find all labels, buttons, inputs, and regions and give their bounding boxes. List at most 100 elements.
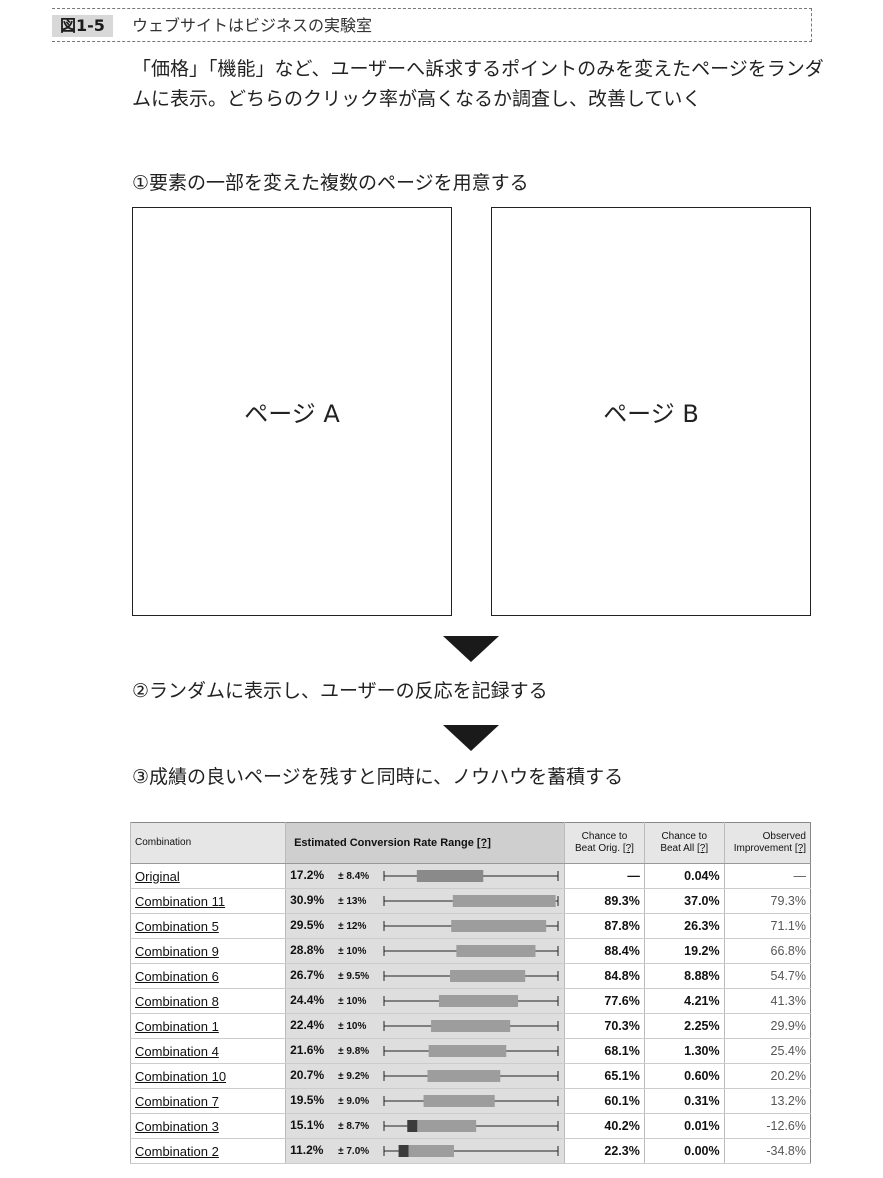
beat-orig-cell: — — [564, 863, 645, 889]
range-cell: 11.2% ± 7.0% — [285, 1138, 565, 1164]
rate-error: ± 12% — [338, 921, 367, 933]
help-link[interactable]: [?] — [623, 843, 634, 854]
beat-all-cell: 0.01% — [643, 1113, 725, 1139]
rate-value: 28.8% — [290, 943, 325, 958]
beat-all-cell: 1.30% — [643, 1038, 725, 1064]
range-bar — [383, 995, 559, 1007]
combination-cell: Combination 5 — [129, 913, 286, 939]
table-header-row: Combination Estimated Conversion Rate Ra… — [129, 822, 811, 864]
range-bar — [383, 945, 559, 957]
range-box — [439, 995, 519, 1007]
range-box — [450, 970, 526, 982]
step-1: ①要素の一部を変えた複数のページを用意する — [132, 172, 529, 194]
column-header-combination: Combination — [129, 822, 286, 864]
combination-link[interactable]: Combination 6 — [135, 969, 219, 984]
range-box — [428, 1045, 507, 1057]
combination-link[interactable]: Combination 1 — [135, 1019, 219, 1034]
help-link[interactable]: [?] — [697, 843, 708, 854]
beat-orig-cell: 68.1% — [564, 1038, 645, 1064]
column-header-beat-all: Chance to Beat All [?] — [643, 822, 725, 864]
rate-error: ± 9.0% — [338, 1096, 370, 1108]
figure-title: ウェブサイトはビジネスの実験室 — [132, 16, 373, 35]
range-box — [407, 1120, 477, 1132]
column-header-observed: Observed Improvement [?] — [723, 822, 811, 864]
range-cell: 24.4% ± 10% — [285, 988, 565, 1014]
beat-all-cell: 0.60% — [643, 1063, 725, 1089]
beat-orig-cell: 65.1% — [564, 1063, 645, 1089]
range-cell: 19.5% ± 9.0% — [285, 1088, 565, 1114]
rate-error: ± 9.2% — [338, 1071, 370, 1083]
range-box — [451, 920, 547, 932]
beat-all-cell: 0.04% — [643, 863, 725, 889]
beat-orig-cell: 84.8% — [564, 963, 645, 989]
help-link[interactable]: [?] — [477, 837, 491, 849]
combination-cell: Combination 6 — [129, 963, 286, 989]
observed-cell: 13.2% — [723, 1088, 811, 1114]
range-cell: 28.8% ± 10% — [285, 938, 565, 964]
range-box — [431, 1020, 511, 1032]
range-low-box — [398, 1145, 409, 1157]
range-cell: 17.2% ± 8.4% — [285, 863, 565, 889]
range-box — [427, 1070, 501, 1082]
beat-orig-cell: 22.3% — [564, 1138, 645, 1164]
combination-link[interactable]: Combination 2 — [135, 1144, 219, 1159]
combination-link[interactable]: Combination 9 — [135, 944, 219, 959]
table-row: Combination 3 15.1% ± 8.7% 40.2% 0.01% -12.6% — [129, 1113, 811, 1139]
page-b-box: ページ B — [491, 207, 811, 616]
combination-link[interactable]: Combination 10 — [135, 1069, 226, 1084]
observed-cell: 54.7% — [723, 963, 811, 989]
range-bar — [383, 1070, 559, 1082]
beat-orig-cell: 40.2% — [564, 1113, 645, 1139]
rate-error: ± 8.4% — [338, 871, 370, 883]
results-body: Original 17.2% ± 8.4% —0.04% — Combination 11… — [129, 863, 811, 1164]
observed-cell: 66.8% — [723, 938, 811, 964]
column-header-beat-orig: Chance to Beat Orig. [?] — [564, 822, 645, 864]
range-box — [456, 945, 536, 957]
rate-error: ± 10% — [338, 946, 367, 958]
combination-link[interactable]: Combination 3 — [135, 1119, 219, 1134]
range-low-box — [407, 1120, 418, 1132]
observed-cell: -34.8% — [723, 1138, 811, 1164]
rate-value: 24.4% — [290, 993, 325, 1008]
rate-value: 20.7% — [290, 1068, 325, 1083]
rate-error: ± 7.0% — [338, 1146, 370, 1158]
page-a-box: ページ A — [132, 207, 452, 616]
rate-value: 29.5% — [290, 918, 325, 933]
combination-link[interactable]: Combination 11 — [135, 894, 225, 909]
rate-error: ± 13% — [338, 896, 367, 908]
figure-number: 図1-5 — [52, 15, 113, 37]
beat-orig-cell: 87.8% — [564, 913, 645, 939]
page-a-label: ページ A — [244, 400, 340, 428]
beat-orig-cell: 77.6% — [564, 988, 645, 1014]
rate-error: ± 10% — [338, 996, 367, 1008]
range-cell: 29.5% ± 12% — [285, 913, 565, 939]
range-bar — [383, 1045, 559, 1057]
rate-error: ± 10% — [338, 1021, 367, 1033]
combination-link[interactable]: Combination 4 — [135, 1044, 219, 1059]
help-link[interactable]: [?] — [795, 843, 806, 854]
observed-cell: 29.9% — [723, 1013, 811, 1039]
figure-intro: 「価格」「機能」など、ユーザーへ訴求するポイントのみを変えたページをランダムに表… — [132, 58, 824, 110]
combination-link[interactable]: Original — [135, 869, 180, 884]
combination-link[interactable]: Combination 7 — [135, 1094, 219, 1109]
range-cell: 20.7% ± 9.2% — [285, 1063, 565, 1089]
table-row: Combination 2 11.2% ± 7.0% 22.3% 0.00% -34.8% — [129, 1138, 811, 1164]
observed-cell: 20.2% — [723, 1063, 811, 1089]
down-arrow-icon — [443, 725, 499, 751]
combination-link[interactable]: Combination 5 — [135, 919, 219, 934]
range-bar — [383, 895, 559, 907]
table-row: Combination 7 19.5% ± 9.0% 60.1% 0.31% 13.2% — [129, 1088, 811, 1114]
table-row: Combination 10 20.7% ± 9.2% 65.1% 0.60% 20.2% — [129, 1063, 811, 1089]
beat-orig-cell: 60.1% — [564, 1088, 645, 1114]
combination-link[interactable]: Combination 8 — [135, 994, 219, 1009]
table-row: Combination 6 26.7% ± 9.5% 84.8% 8.88% 54.7% — [129, 963, 811, 989]
table-row: Combination 8 24.4% ± 10% 77.6% 4.21% 41.3% — [129, 988, 811, 1014]
table-row: Original 17.2% ± 8.4% —0.04% — — [129, 863, 811, 889]
figure-header: 図1-5 ウェブサイトはビジネスの実験室 — [52, 8, 812, 42]
range-bar — [383, 970, 559, 982]
range-box — [423, 1095, 495, 1107]
range-cell: 15.1% ± 8.7% — [285, 1113, 565, 1139]
table-row: Combination 4 21.6% ± 9.8% 68.1% 1.30% 25.4% — [129, 1038, 811, 1064]
rate-error: ± 8.7% — [338, 1121, 370, 1133]
table-row: Combination 1 22.4% ± 10% 70.3% 2.25% 29.9% — [129, 1013, 811, 1039]
